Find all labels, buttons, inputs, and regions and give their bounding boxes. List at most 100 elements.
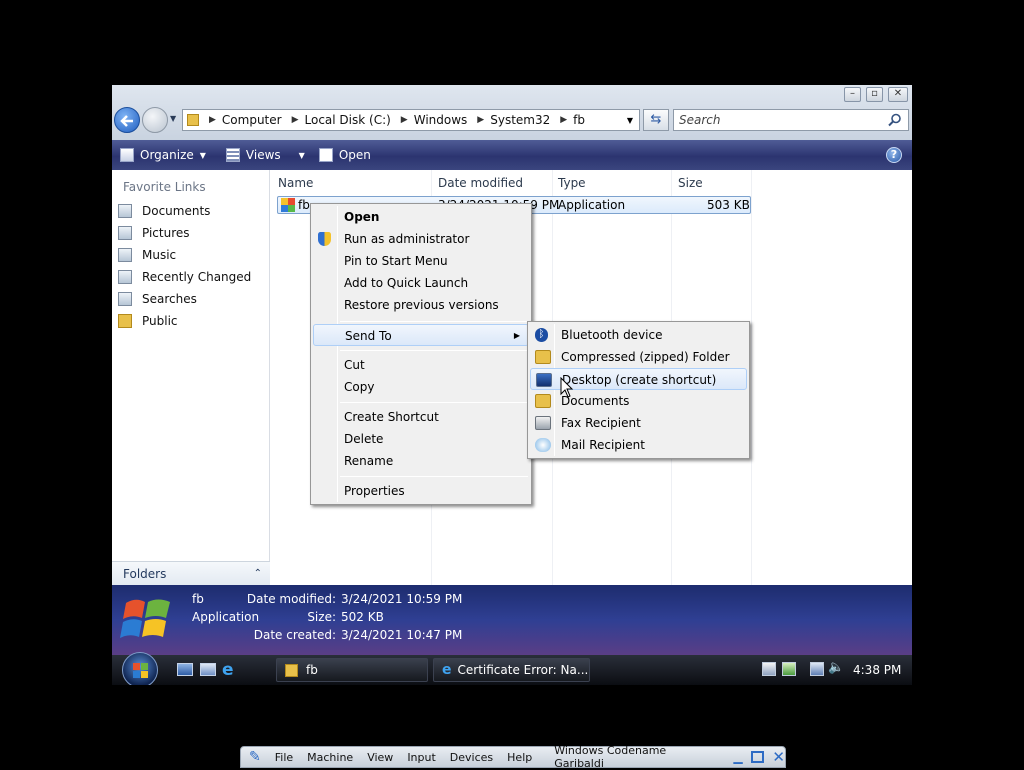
column-header-size[interactable]: Size (678, 176, 703, 190)
address-bar[interactable]: ▶ Computer ▶ Local Disk (C:) ▶ Windows ▶… (182, 109, 640, 131)
nav-item-recently-changed[interactable]: Recently Changed (118, 267, 268, 287)
breadcrumb-fb[interactable]: fb (573, 113, 585, 127)
pin-icon[interactable]: ✎ (249, 749, 261, 765)
refresh-button[interactable]: ⇆ (643, 109, 669, 131)
search-placeholder: Search (679, 113, 721, 127)
folder-icon (118, 314, 132, 328)
vm-menu-help[interactable]: Help (507, 751, 532, 764)
chevron-right-icon: ▶ (560, 115, 568, 125)
forward-button[interactable] (142, 107, 168, 133)
help-button[interactable]: ? (886, 147, 902, 163)
history-dropdown-icon[interactable]: ▼ (170, 114, 176, 123)
breadcrumb-local-disk[interactable]: Local Disk (C:) (305, 113, 391, 127)
menu-item-pin-to-start[interactable]: Pin to Start Menu (313, 250, 529, 272)
taskbar-button-certificate-error[interactable]: e Certificate Error: Na... (433, 658, 590, 682)
menu-item-bluetooth-device[interactable]: ᛒ Bluetooth device (530, 324, 747, 346)
internet-explorer-icon[interactable]: e (222, 661, 240, 679)
nav-item-label: Music (142, 248, 177, 262)
maximize-button[interactable]: ▫ (866, 87, 883, 102)
organize-button[interactable]: Organize ▼ (120, 148, 206, 162)
pictures-icon (118, 226, 132, 240)
column-header-type[interactable]: Type (558, 176, 586, 190)
taskbar-button-fb[interactable]: fb (276, 658, 428, 682)
recently-changed-icon (118, 270, 132, 284)
menu-item-send-to[interactable]: Send To ▶ (313, 324, 529, 346)
windows-logo-icon (133, 663, 148, 678)
minimize-button[interactable]: – (844, 87, 861, 102)
folders-toggle[interactable]: Folders ⌃ (112, 561, 270, 585)
vm-menu-view[interactable]: View (367, 751, 393, 764)
menu-item-create-shortcut[interactable]: Create Shortcut (313, 406, 529, 428)
security-icon[interactable] (782, 662, 796, 676)
breadcrumb-system32[interactable]: System32 (490, 113, 550, 127)
menu-item-rename[interactable]: Rename (313, 450, 529, 472)
nav-item-public[interactable]: Public (118, 311, 268, 331)
chevron-down-icon: ▼ (199, 150, 206, 160)
menu-item-add-to-quick-launch[interactable]: Add to Quick Launch (313, 272, 529, 294)
vm-menu-devices[interactable]: Devices (450, 751, 493, 764)
nav-item-label: Recently Changed (142, 270, 252, 284)
details-date-created: 3/24/2021 10:47 PM (341, 628, 463, 642)
chevron-up-icon: ⌃ (253, 568, 262, 579)
mouse-cursor-icon (560, 377, 574, 398)
column-header-date[interactable]: Date modified (438, 176, 523, 190)
vm-menu-machine[interactable]: Machine (307, 751, 353, 764)
menu-separator (340, 321, 528, 322)
minimize-vm-icon[interactable]: ▁ (733, 750, 742, 764)
open-button[interactable]: Open (318, 148, 371, 162)
views-icon (225, 148, 240, 162)
search-input[interactable]: Search (673, 109, 909, 131)
nav-item-searches[interactable]: Searches (118, 289, 268, 309)
mail-icon (535, 438, 551, 452)
window-mode-icon[interactable] (750, 751, 765, 763)
menu-item-copy[interactable]: Copy (313, 376, 529, 398)
vm-menu-input[interactable]: Input (407, 751, 435, 764)
volume-icon[interactable]: 🔈 (828, 660, 844, 675)
menu-item-restore-previous-versions[interactable]: Restore previous versions (313, 294, 529, 316)
chevron-right-icon: ▶ (209, 115, 216, 125)
taskbar-button-label: fb (306, 663, 318, 677)
views-button[interactable]: Views ▼ (225, 148, 305, 162)
navigation-pane: Favorite Links Documents Pictures Music … (112, 170, 270, 585)
breadcrumb-computer[interactable]: Computer (222, 113, 282, 127)
desktop-icon (536, 373, 552, 387)
menu-item-compressed-folder[interactable]: Compressed (zipped) Folder (530, 346, 747, 368)
folders-label: Folders (123, 566, 167, 581)
menu-item-properties[interactable]: Properties (313, 480, 529, 502)
taskbar-button-label: Certificate Error: Na... (457, 663, 589, 677)
menu-item-delete[interactable]: Delete (313, 428, 529, 450)
menu-item-fax-recipient[interactable]: Fax Recipient (530, 412, 747, 434)
nav-item-label: Pictures (142, 226, 190, 240)
menu-item-open[interactable]: Open (313, 206, 529, 228)
switch-windows-icon[interactable] (200, 663, 216, 676)
search-icon[interactable] (888, 113, 902, 127)
menu-item-run-as-administrator[interactable]: Run as administrator (313, 228, 529, 250)
menu-separator (340, 402, 528, 403)
start-button[interactable] (122, 652, 158, 685)
vm-menu-bar: ✎ File Machine View Input Devices Help W… (240, 744, 786, 770)
menu-item-label: Bluetooth device (561, 328, 663, 342)
details-date-modified-label: Date modified: (246, 592, 336, 606)
taskbar: e fb e Certificate Error: Na... 🔈 4:38 P… (112, 652, 912, 685)
nav-item-documents[interactable]: Documents (118, 201, 268, 221)
menu-item-cut[interactable]: Cut (313, 354, 529, 376)
monitor-icon[interactable] (810, 662, 824, 676)
breadcrumb-windows[interactable]: Windows (414, 113, 468, 127)
menu-item-mail-recipient[interactable]: Mail Recipient (530, 434, 747, 456)
details-file-name: fb (192, 592, 204, 606)
column-header-name[interactable]: Name (278, 176, 313, 190)
back-button[interactable] (114, 107, 140, 133)
column-divider (751, 170, 752, 585)
vm-menu-file[interactable]: File (275, 751, 293, 764)
network-icon[interactable] (762, 662, 776, 676)
close-vm-icon[interactable]: ✕ (772, 748, 785, 766)
show-desktop-icon[interactable] (177, 663, 193, 676)
file-name: fb (298, 198, 310, 212)
address-dropdown-icon[interactable]: ▼ (627, 116, 633, 125)
menu-item-label: Desktop (create shortcut) (562, 373, 717, 387)
nav-item-pictures[interactable]: Pictures (118, 223, 268, 243)
menu-item-label: Mail Recipient (561, 438, 645, 452)
clock[interactable]: 4:38 PM (853, 663, 901, 677)
close-button[interactable]: ✕ (888, 87, 908, 102)
nav-item-music[interactable]: Music (118, 245, 268, 265)
